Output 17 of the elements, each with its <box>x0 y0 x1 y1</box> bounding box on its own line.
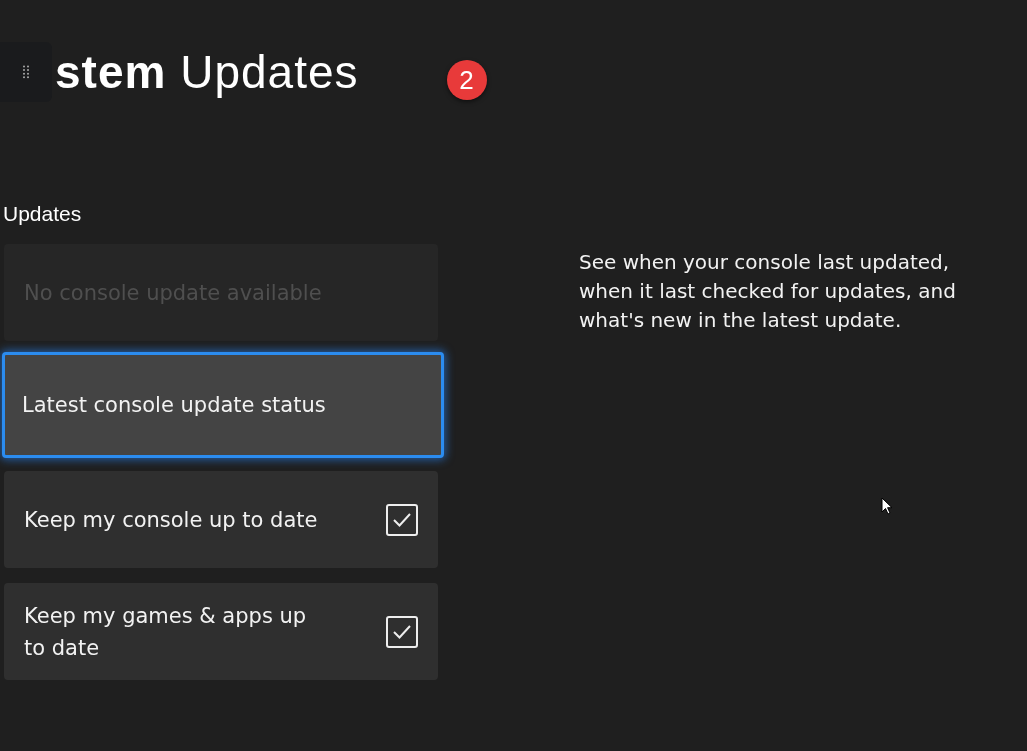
check-icon <box>392 623 412 640</box>
setting-toggle[interactable]: Keep my games & apps up to date <box>4 583 438 680</box>
item-label: Latest console update status <box>22 392 326 419</box>
checkbox[interactable] <box>386 503 418 536</box>
setting-toggle[interactable]: Keep my console up to date <box>4 471 438 568</box>
item-label: Keep my console up to date <box>24 506 318 534</box>
check-icon <box>392 511 412 528</box>
page-title: stem Updates <box>55 45 359 99</box>
section-title: Updates <box>3 202 83 226</box>
grip-icon <box>23 65 29 79</box>
notification-badge: 2 <box>446 60 487 100</box>
drag-handle[interactable] <box>0 42 52 102</box>
item-label: Keep my games & apps up to date <box>24 602 308 662</box>
description-text: See when your console last updated, when it last checked for updates, and what's new in the latest update. <box>579 249 957 334</box>
checkbox[interactable] <box>386 615 418 648</box>
cursor-icon <box>881 497 893 516</box>
menu-item[interactable]: Latest console update status <box>2 352 444 458</box>
